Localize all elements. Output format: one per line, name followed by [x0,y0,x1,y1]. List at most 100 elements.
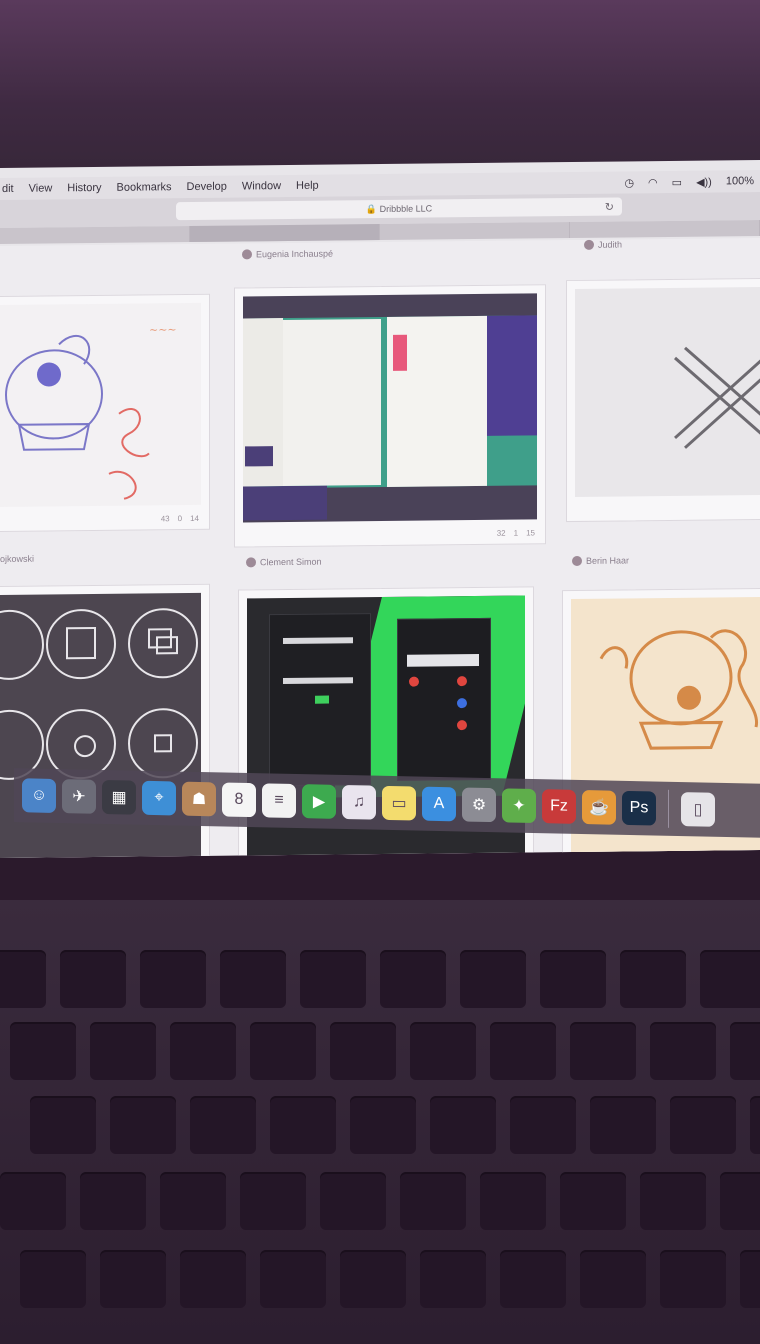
avatar [584,239,594,250]
key [410,1022,476,1080]
documents-icon[interactable]: ▯ [681,792,715,827]
key [250,1022,316,1080]
safari-icon[interactable]: ⌖ [142,780,176,816]
key [580,1250,646,1308]
menu-develop[interactable]: Develop [187,181,227,193]
shot-author[interactable]: Clement Simon [246,557,322,568]
key [490,1022,556,1080]
wifi-icon[interactable]: ◠ [648,176,658,189]
key [500,1250,566,1308]
key [90,1022,156,1080]
menu-window[interactable]: Window [242,180,281,192]
key [750,1096,760,1154]
mission-control-icon[interactable]: ▦ [102,779,136,815]
tab-1[interactable] [0,226,190,244]
key [300,950,366,1008]
calendar-icon[interactable]: 8 [222,782,256,818]
key [670,1096,736,1154]
menu-bookmarks[interactable]: Bookmarks [117,181,172,194]
shot-stats: 32 1 15 [497,528,535,537]
key [380,950,446,1008]
shot-stats: 43 0 14 [161,514,199,523]
address-bar[interactable]: 🔒 Dribbble LLC ↻ [176,197,622,221]
finder-icon[interactable]: ☺ [22,778,56,813]
key [0,1172,66,1230]
key [480,1172,546,1230]
shot-author[interactable]: ojkowski [0,554,34,564]
shot-author[interactable]: Eugenia Inchauspé [242,249,333,260]
shots-grid: Eugenia Inchauspé Judith ~~~ 43 0 14 32 … [0,238,760,858]
key [650,1022,716,1080]
facetime-icon[interactable]: ▶ [302,784,336,819]
avatar [572,555,582,567]
photoshop-icon[interactable]: Ps [622,790,656,826]
key [730,1022,760,1080]
key [20,1250,86,1308]
shot-author[interactable]: Judith [584,239,622,250]
key [510,1096,576,1154]
shot-card[interactable] [566,277,760,523]
key [700,950,760,1008]
avatar [242,249,252,260]
reload-icon[interactable]: ↻ [605,200,614,213]
contacts-icon[interactable]: ☗ [182,781,216,817]
key [100,1250,166,1308]
cross-lines-image [575,286,760,497]
key [140,950,206,1008]
key [540,950,606,1008]
launchpad-icon[interactable]: ✈ [62,779,96,814]
key [80,1172,146,1230]
key [340,1250,406,1308]
laptop-keyboard [0,900,760,1344]
key [320,1172,386,1230]
key [570,1022,636,1080]
key [460,950,526,1008]
key [0,950,46,1008]
key [620,950,686,1008]
key [400,1172,466,1230]
menu-help[interactable]: Help [296,180,319,192]
key [170,1022,236,1080]
address-text: Dribbble LLC [379,203,433,215]
notes-icon[interactable]: ▭ [382,785,416,821]
menu-edit[interactable]: dit [2,183,14,195]
skull-sketch-image: ~~~ [0,302,201,508]
dock-separator [668,789,669,828]
coffee-icon[interactable]: ☕ [582,790,616,825]
key [330,1022,396,1080]
key [430,1096,496,1154]
shot-card[interactable]: 32 1 15 [234,284,546,548]
key [180,1250,246,1308]
shot-author[interactable]: Berin Haar [572,555,629,567]
key [10,1022,76,1080]
views-count: 32 [496,528,506,538]
key [740,1250,760,1308]
avatar [246,557,256,568]
comments-count: 1 [513,528,519,538]
comments-count: 0 [177,514,183,524]
itunes-icon[interactable]: ♫ [342,784,376,820]
key [590,1096,656,1154]
system-preferences-icon[interactable]: ⚙ [462,787,496,823]
tab-4[interactable] [570,220,760,239]
filezilla-icon[interactable]: Fz [542,789,576,824]
likes-count: 15 [526,528,535,538]
volume-icon[interactable]: ◀)) [696,175,712,188]
key [640,1172,706,1230]
menu-history[interactable]: History [67,182,101,194]
airplay-icon[interactable]: ▭ [672,175,682,188]
key [190,1096,256,1154]
tab-3[interactable] [380,222,570,241]
shot-card[interactable]: ~~~ 43 0 14 [0,293,210,533]
app-store-icon[interactable]: A [422,786,456,822]
key [720,1172,760,1230]
android-studio-icon[interactable]: ✦ [502,788,536,824]
menu-view[interactable]: View [29,182,53,194]
reminders-icon[interactable]: ≡ [262,783,296,819]
key [420,1250,486,1308]
magazine-spread-image [243,293,537,523]
tab-2[interactable] [190,224,380,243]
battery-percent[interactable]: 100% [726,175,754,187]
clock-icon[interactable]: ◷ [624,176,634,189]
svg-text:~~~: ~~~ [149,323,177,336]
